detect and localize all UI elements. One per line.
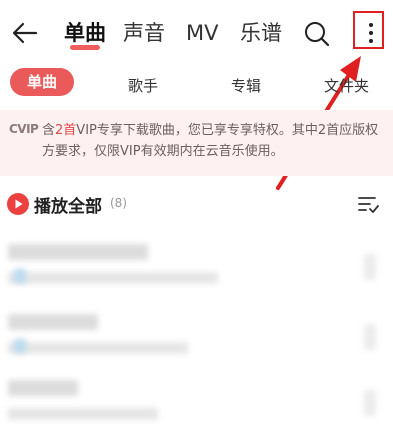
subtab-bar: 单曲 歌手 专辑 文件夹 <box>0 68 393 102</box>
blurred-song-title <box>8 380 78 396</box>
play-circle-icon[interactable] <box>7 193 29 215</box>
play-all-label[interactable]: 播放全部 <box>34 192 102 217</box>
subtab-artist[interactable]: 歌手 <box>128 75 158 96</box>
subtab-album[interactable]: 专辑 <box>231 75 261 96</box>
tab-sound[interactable]: 声音 <box>123 19 165 47</box>
list-item[interactable] <box>0 306 393 376</box>
vip-notice-text: 含2首VIP专享下载歌曲，您已享专享特权。其中2首应版权方要求，仅限VIP有效期… <box>42 120 382 162</box>
play-all-row[interactable]: 播放全部 (8) <box>0 186 393 222</box>
blurred-song-artist <box>8 342 188 354</box>
list-item[interactable] <box>0 372 393 442</box>
blurred-more-button[interactable] <box>364 324 376 350</box>
vip-text-prefix: 含 <box>42 123 56 138</box>
tab-single[interactable]: 单曲 <box>64 19 106 47</box>
blurred-song-artist <box>8 272 218 284</box>
back-arrow-icon[interactable] <box>10 21 38 45</box>
subtab-single[interactable]: 单曲 <box>10 68 74 96</box>
list-item[interactable] <box>0 236 393 306</box>
blurred-badge <box>14 269 26 283</box>
tab-mv[interactable]: MV <box>186 19 218 47</box>
vip-text-suffix: VIP专享下载歌曲，您已享专享特权。其中2首应版权方要求，仅限VIP有效期内在云… <box>42 123 379 159</box>
blurred-badge <box>14 339 26 353</box>
vip-logo: CVIP <box>9 122 39 136</box>
multi-select-icon[interactable] <box>357 194 379 214</box>
blurred-song-title <box>8 314 98 330</box>
blurred-song-title <box>8 244 148 260</box>
blurred-more-button[interactable] <box>364 390 376 416</box>
vip-song-count: 2首 <box>55 123 77 138</box>
blurred-song-artist <box>8 408 158 420</box>
blurred-more-button[interactable] <box>364 254 376 280</box>
song-count: (8) <box>110 196 127 210</box>
vip-notice-banner: CVIP 含2首VIP专享下载歌曲，您已享专享特权。其中2首应版权方要求，仅限V… <box>0 110 393 176</box>
active-tab-indicator <box>70 45 100 50</box>
subtab-folder[interactable]: 文件夹 <box>324 75 369 96</box>
